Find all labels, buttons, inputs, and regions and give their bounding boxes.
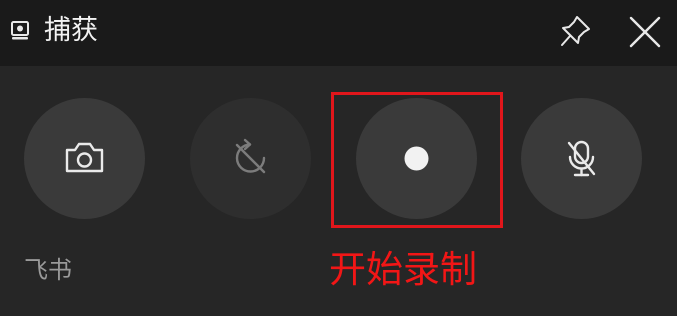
title-bar[interactable]: 捕获 bbox=[0, 0, 677, 66]
pin-button[interactable] bbox=[556, 12, 596, 52]
record-button[interactable] bbox=[356, 98, 477, 219]
pin-icon bbox=[556, 16, 596, 56]
capture-widget: 捕获 飞书 开始录制 bbox=[0, 0, 677, 316]
recent-capture-button[interactable] bbox=[190, 98, 311, 219]
target-app-label: 飞书 bbox=[24, 256, 72, 284]
close-icon bbox=[624, 16, 666, 57]
capture-widget-icon bbox=[9, 20, 31, 42]
start-recording-annotation: 开始录制 bbox=[329, 248, 477, 291]
window-title: 捕获 bbox=[44, 15, 98, 46]
screenshot-button[interactable] bbox=[24, 98, 145, 219]
microphone-toggle-button[interactable] bbox=[521, 98, 642, 219]
close-button[interactable] bbox=[624, 11, 666, 53]
